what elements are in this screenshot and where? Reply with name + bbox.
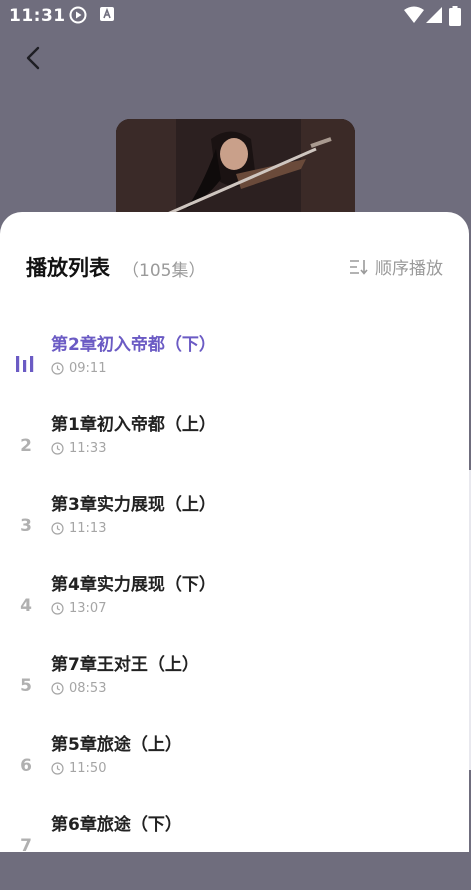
episode-duration: 11:50 [51,761,106,776]
clock-icon [51,522,64,535]
play-status-icon [69,6,87,29]
episode-duration: 11:33 [51,441,106,456]
status-time: 11:31 [9,6,66,26]
episode-item[interactable]: 2 第1章初入帝都（上） 11:33 [0,410,469,490]
equalizer-icon [16,356,34,372]
episode-duration: 13:07 [51,601,106,616]
episode-item[interactable]: 5 第7章王对王（上） 08:53 [0,650,469,730]
clock-icon [51,442,64,455]
episode-title: 第3章实力展现（上） [51,495,216,515]
episode-title: 第1章初入帝都（上） [51,415,216,435]
back-button[interactable] [18,44,50,76]
clock-icon [51,362,64,375]
signal-icon [426,6,442,29]
episode-index: 4 [20,596,32,616]
episode-index: 7 [20,836,32,856]
episode-title: 第5章旅途（上） [51,735,182,755]
episode-duration: 11:13 [51,521,106,536]
playlist-sheet: 播放列表 （105集） 顺序播放 第2章初入帝都（下） 09:11 2 第1章初… [0,212,469,856]
episode-title: 第6章旅途（下） [51,815,182,835]
episode-title: 第2章初入帝都（下） [51,335,216,355]
episode-title: 第7章王对王（上） [51,655,199,675]
episode-index: 6 [20,756,32,776]
clock-icon [51,602,64,615]
episode-item[interactable]: 第2章初入帝都（下） 09:11 [0,330,469,410]
episode-item[interactable]: 4 第4章实力展现（下） 13:07 [0,570,469,650]
episode-count: （105集） [122,261,206,281]
episode-duration: 08:53 [51,681,106,696]
clock-icon [51,682,64,695]
sort-icon [350,259,368,275]
episode-index: 5 [20,676,32,696]
chevron-left-icon [26,46,40,70]
play-order-button[interactable]: 顺序播放 [349,254,443,279]
episode-duration: 09:11 [51,361,106,376]
episode-title: 第4章实力展现（下） [51,575,216,595]
episode-index: 2 [20,436,32,456]
wifi-icon [404,6,424,29]
episode-item[interactable]: 7 第6章旅途（下） [0,810,469,890]
notification-icon [99,6,115,27]
status-bar: 11:31 [0,0,471,32]
play-order-label: 顺序播放 [375,259,443,279]
episode-item[interactable]: 3 第3章实力展现（上） 11:13 [0,490,469,570]
episode-index: 3 [20,516,32,536]
episode-item[interactable]: 6 第5章旅途（上） 11:50 [0,730,469,810]
battery-icon [449,6,461,31]
clock-icon [51,762,64,775]
playlist-title: 播放列表 [26,256,110,280]
